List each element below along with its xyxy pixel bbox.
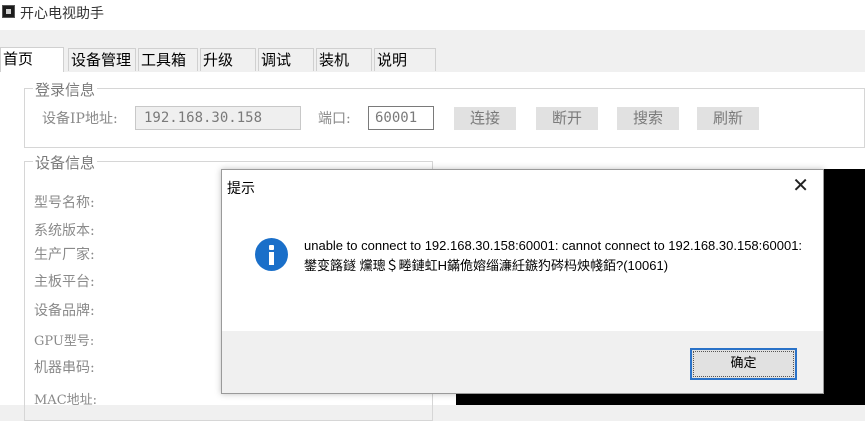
app-title: 开心电视助手 [20, 6, 104, 22]
close-icon[interactable]: ✕ [792, 175, 809, 195]
message-dialog: 提示 ✕ unable to connect to 192.168.30.158… [221, 169, 824, 394]
device-ip-input[interactable]: 192.168.30.158 [135, 106, 301, 130]
tab-install[interactable]: 装机 [316, 48, 372, 71]
tab-bar: 首页 设备管理 工具箱 升级 调试 装机 说明 [0, 47, 865, 73]
tab-device-management[interactable]: 设备管理 [68, 48, 136, 71]
system-version-label: 系统版本: [34, 223, 95, 239]
dialog-message: unable to connect to 192.168.30.158:6000… [304, 238, 803, 273]
app-icon [2, 5, 15, 18]
refresh-button[interactable]: 刷新 [697, 107, 759, 130]
tab-upgrade[interactable]: 升级 [200, 48, 256, 71]
search-button[interactable]: 搜索 [617, 107, 679, 130]
tab-debug[interactable]: 调试 [258, 48, 314, 71]
port-input[interactable]: 60001 [368, 106, 434, 130]
info-icon [255, 238, 288, 271]
device-info-legend: 设备信息 [33, 152, 98, 173]
mac-address-label: MAC地址: [34, 393, 98, 408]
dialog-footer: 确定 [222, 331, 823, 393]
port-label: 端口: [318, 111, 351, 127]
gpu-model-label: GPU型号: [34, 334, 95, 349]
title-bar: 开心电视助手 [0, 0, 865, 30]
device-ip-label: 设备IP地址: [42, 111, 118, 127]
tab-toolbox[interactable]: 工具箱 [138, 48, 198, 71]
disconnect-button[interactable]: 断开 [536, 107, 598, 130]
model-name-label: 型号名称: [34, 195, 95, 211]
ok-button[interactable]: 确定 [690, 348, 797, 380]
login-info-legend: 登录信息 [33, 79, 98, 100]
serial-number-label: 机器串码: [34, 360, 95, 376]
device-brand-label: 设备品牌: [34, 303, 95, 319]
tab-help[interactable]: 说明 [374, 48, 436, 71]
board-platform-label: 主板平台: [34, 274, 95, 290]
tab-home[interactable]: 首页 [0, 47, 64, 72]
manufacturer-label: 生产厂家: [34, 247, 95, 263]
dialog-title: 提示 [227, 181, 255, 197]
connect-button[interactable]: 连接 [454, 107, 516, 130]
